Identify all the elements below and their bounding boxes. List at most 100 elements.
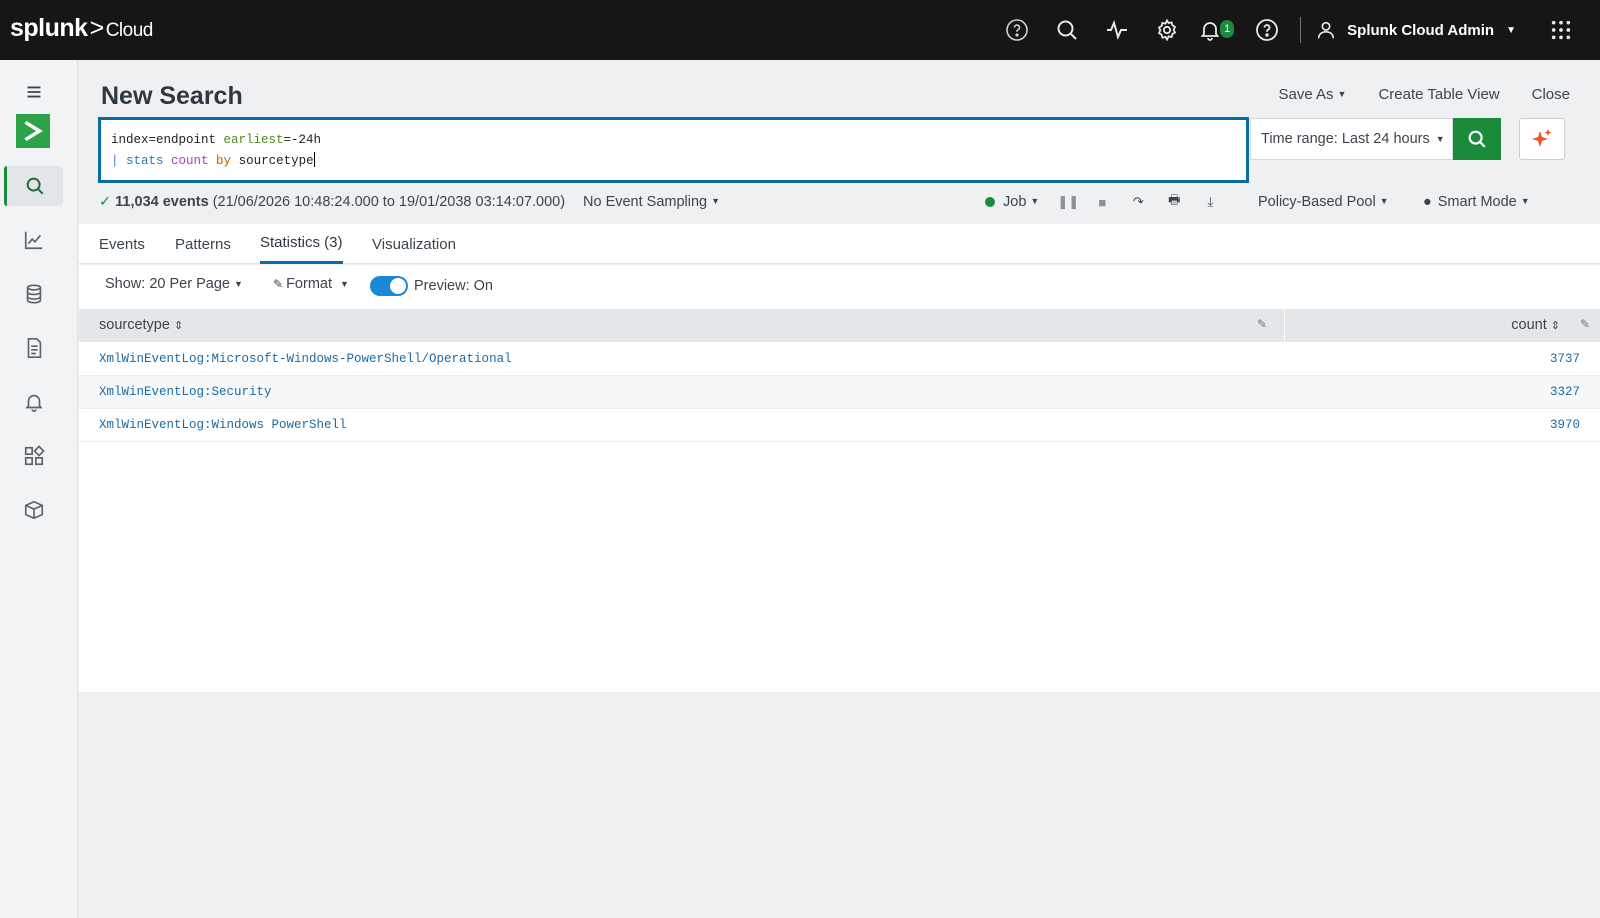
chevron-down-icon: ▼	[1337, 89, 1347, 99]
search-mode-label: Smart Mode	[1437, 194, 1517, 210]
search-icon[interactable]	[1042, 0, 1092, 60]
create-table-view-button[interactable]: Create Table View	[1378, 86, 1499, 103]
print-icon[interactable]: 🖶	[1165, 191, 1183, 213]
chevron-down-icon: ▼	[1520, 196, 1530, 206]
package-icon[interactable]	[4, 490, 63, 530]
preview-toggle[interactable]: Preview: On	[370, 276, 493, 296]
tab-events[interactable]: Events	[99, 224, 145, 264]
column-label: sourcetype	[99, 317, 170, 333]
search-token-function: count	[163, 154, 209, 168]
search-icon[interactable]	[4, 166, 63, 206]
table-header: sourcetype ⇕ ✎ count ⇕ ✎	[79, 309, 1600, 342]
chevron-down-icon: ▼	[339, 279, 349, 289]
rows-per-page-dropdown[interactable]: Show: 20 Per Page ▼	[105, 276, 243, 292]
ai-assistant-button[interactable]	[1519, 118, 1565, 160]
chevron-down-icon: ▼	[1379, 196, 1389, 206]
menu-icon[interactable]	[4, 72, 63, 112]
search-token-pipe: |	[111, 154, 127, 168]
sourcetype-cell[interactable]: XmlWinEventLog:Windows PowerShell	[99, 418, 347, 432]
chevron-down-icon: ▼	[711, 196, 721, 206]
sourcetype-cell[interactable]: XmlWinEventLog:Microsoft-Windows-PowerSh…	[99, 352, 512, 366]
tab-patterns[interactable]: Patterns	[175, 224, 231, 264]
page-title: New Search	[101, 82, 243, 110]
left-navigation-rail	[0, 60, 78, 918]
search-query-input[interactable]: index=endpoint earliest=-24h | stats cou…	[98, 117, 1249, 183]
database-icon[interactable]	[4, 274, 63, 314]
text-cursor	[313, 152, 315, 167]
statistics-panel: Show: 20 Per Page ▼ ✎ Format ▼ Preview: On …	[79, 265, 1600, 692]
count-cell[interactable]: 3737	[1550, 352, 1580, 366]
chevron-down-icon: ▼	[1506, 24, 1516, 36]
results-toolbar: Show: 20 Per Page ▼ ✎ Format ▼ Preview: On	[79, 265, 1600, 307]
column-label: count	[1511, 317, 1547, 333]
column-header-count[interactable]: count ⇕	[1511, 317, 1560, 333]
search-token-earliest: earliest	[223, 133, 284, 147]
sparkle-icon	[1532, 129, 1552, 147]
time-range-picker[interactable]: Time range: Last 24 hours ▼	[1250, 118, 1453, 160]
search-token-field: sourcetype	[231, 154, 314, 168]
count-cell[interactable]: 3970	[1550, 418, 1580, 432]
edit-column-icon[interactable]: ✎	[1580, 317, 1590, 331]
sourcetype-cell[interactable]: XmlWinEventLog:Security	[99, 385, 272, 399]
table-row: XmlWinEventLog:Windows PowerShell 3970	[79, 409, 1600, 442]
save-as-menu[interactable]: Save As ▼	[1278, 86, 1346, 103]
notification-count-badge: 1	[1220, 20, 1235, 38]
chevron-down-icon: ▼	[1030, 196, 1040, 206]
workload-pool-dropdown[interactable]: Policy-Based Pool ▼	[1258, 194, 1389, 210]
tab-statistics[interactable]: Statistics (3)	[260, 224, 343, 264]
splunk-cloud-logo[interactable]: splunk > Cloud	[10, 14, 153, 43]
sort-icon: ⇕	[1550, 320, 1560, 332]
search-line-1: index=endpoint earliest=-24h	[111, 130, 1236, 151]
sort-icon: ⇕	[173, 320, 184, 332]
logo-brand-text: splunk	[10, 14, 88, 42]
document-icon[interactable]	[4, 328, 63, 368]
pencil-icon: ✎	[273, 277, 284, 291]
notifications-bell-icon[interactable]: 1	[1192, 0, 1242, 60]
search-token-by: by	[208, 154, 232, 168]
user-icon	[1317, 21, 1335, 39]
help-circle-outline-icon[interactable]	[992, 0, 1042, 60]
help-icon[interactable]	[1242, 0, 1292, 60]
search-icon	[1468, 130, 1486, 148]
stop-icon[interactable]: ■	[1093, 195, 1111, 210]
search-mode-dropdown[interactable]: ● Smart Mode ▼	[1423, 194, 1530, 210]
format-dropdown[interactable]: ✎ Format ▼	[273, 276, 349, 292]
close-button[interactable]: Close	[1532, 86, 1570, 103]
toggle-switch[interactable]	[370, 276, 408, 296]
check-icon: ✓	[99, 194, 112, 210]
bell-icon[interactable]	[4, 382, 63, 422]
search-app-logo-icon[interactable]	[16, 114, 50, 148]
share-icon[interactable]: ↷	[1129, 194, 1147, 210]
user-menu[interactable]: Splunk Cloud Admin ▼	[1315, 19, 1516, 41]
results-tabs: Events Patterns Statistics (3) Visualiza…	[79, 224, 1600, 264]
chevron-down-icon: ▼	[1435, 134, 1445, 144]
activity-pulse-icon[interactable]	[1092, 0, 1142, 60]
job-status-icon	[985, 197, 995, 207]
search-status-row: ✓ 11,034 events (21/06/2026 10:48:24.000…	[99, 191, 1579, 213]
gear-icon[interactable]	[1142, 0, 1192, 60]
edit-column-icon[interactable]: ✎	[1257, 317, 1267, 331]
format-label: Format	[286, 276, 332, 292]
event-sampling-dropdown[interactable]: No Event Sampling ▼	[583, 194, 720, 210]
count-cell[interactable]: 3327	[1550, 385, 1580, 399]
chart-line-icon[interactable]	[4, 220, 63, 260]
job-controls: Job ▼ ❚❚ ■ ↷ 🖶 ⤓	[985, 191, 1219, 213]
export-download-icon[interactable]: ⤓	[1201, 194, 1219, 210]
top-navigation-bar: splunk > Cloud 1 Splunk Cloud Admin ▼	[0, 0, 1600, 60]
main-content: New Search Save As ▼ Create Table View Cl…	[79, 60, 1600, 918]
dashboard-grid-icon[interactable]	[4, 436, 63, 476]
user-name: Splunk Cloud Admin	[1347, 21, 1495, 39]
chevron-down-icon: ▼	[233, 279, 243, 289]
column-divider	[1284, 309, 1285, 342]
job-menu[interactable]: Job ▼	[985, 194, 1039, 210]
tab-visualization[interactable]: Visualization	[372, 224, 456, 264]
run-search-button[interactable]	[1453, 118, 1501, 160]
job-label: Job	[1003, 194, 1027, 210]
pause-icon[interactable]: ❚❚	[1057, 194, 1079, 210]
event-count: 11,034 events	[115, 194, 209, 210]
table-row: XmlWinEventLog:Microsoft-Windows-PowerSh…	[79, 343, 1600, 376]
search-token-value: =-24h	[283, 133, 322, 147]
workload-pool-label: Policy-Based Pool	[1258, 194, 1376, 210]
apps-grid-icon[interactable]	[1536, 0, 1586, 60]
column-header-sourcetype[interactable]: sourcetype ⇕	[99, 317, 183, 333]
